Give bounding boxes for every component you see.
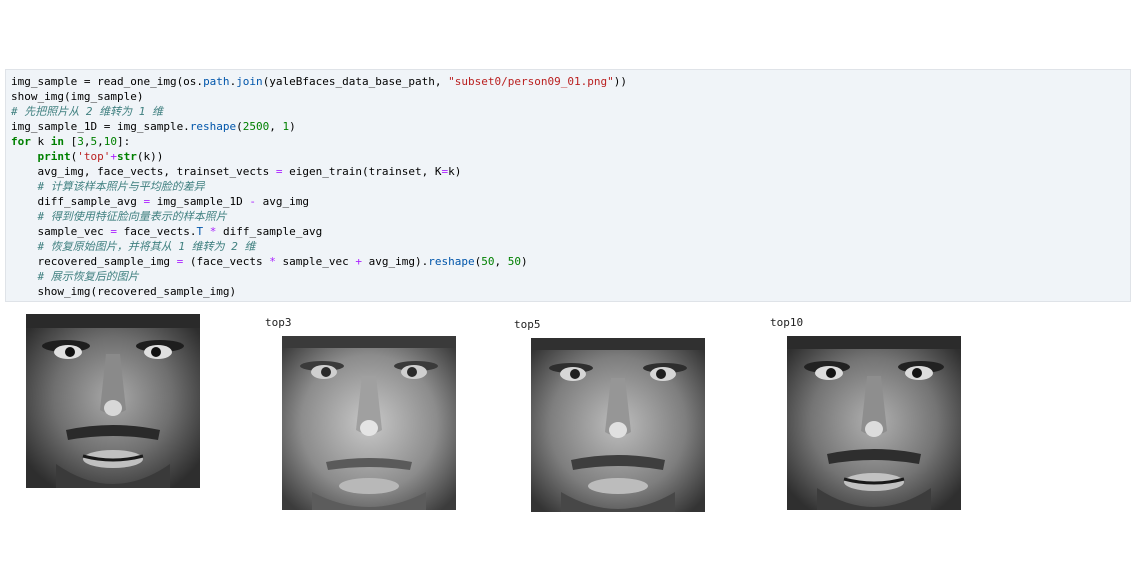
code-token: face_vects. — [116, 225, 197, 238]
face-image-top5 — [531, 338, 705, 512]
face-image-original — [26, 314, 200, 488]
code-token: img_sample = read_one_img(os. — [11, 75, 204, 88]
code-line: # 恢复原始图片，并将其从 1 维转为 2 维 — [11, 239, 627, 254]
output-label-top3: top3 — [265, 316, 292, 329]
code-token: ) — [521, 255, 528, 268]
code-token: avg_img). — [362, 255, 429, 268]
code-token: + — [110, 150, 117, 163]
code-token: eigen_train(trainset, K — [282, 165, 442, 178]
code-token: diff_sample_avg — [11, 195, 144, 208]
code-line: diff_sample_avg = img_sample_1D - avg_im… — [11, 194, 627, 209]
code-token: 3 — [77, 135, 84, 148]
code-token: recovered_sample_img — [11, 255, 177, 268]
output-image-original — [26, 314, 200, 488]
code-token: [ — [64, 135, 78, 148]
code-line: for k in [3,5,10]: — [11, 134, 627, 149]
code-token: diff_sample_avg — [216, 225, 323, 238]
code-line: recovered_sample_img = (face_vects * sam… — [11, 254, 627, 269]
code-editor[interactable]: img_sample = read_one_img(os.path.join(y… — [11, 74, 627, 299]
code-token: k) — [448, 165, 462, 178]
code-line: img_sample_1D = img_sample.reshape(2500,… — [11, 119, 627, 134]
code-token: "subset0/person09_01.png" — [448, 75, 614, 88]
code-token: 10 — [103, 135, 117, 148]
code-line: show_img(recovered_sample_img) — [11, 284, 627, 299]
code-token: ( — [236, 120, 243, 133]
code-token: str — [117, 150, 137, 163]
code-cell[interactable]: img_sample = read_one_img(os.path.join(y… — [5, 69, 1131, 302]
code-line: show_img(img_sample) — [11, 89, 627, 104]
face-image-top3 — [282, 336, 456, 510]
code-token: print — [37, 150, 71, 163]
code-token: # 得到使用特征脸向量表示的样本照片 — [37, 210, 227, 223]
code-token: reshape — [428, 255, 475, 268]
code-token: 'top' — [77, 150, 111, 163]
code-token: reshape — [189, 120, 237, 133]
code-token: 50 — [481, 255, 495, 268]
code-line: # 展示恢复后的图片 — [11, 269, 627, 284]
code-token: 2500 — [242, 120, 270, 133]
code-token: sample_vec — [11, 225, 111, 238]
output-image-top3 — [282, 336, 456, 510]
code-line: # 得到使用特征脸向量表示的样本照片 — [11, 209, 627, 224]
code-token: img_sample_1D — [150, 195, 250, 208]
code-line: # 计算该样本照片与平均脸的差异 — [11, 179, 627, 194]
code-token: show_img(img_sample) — [11, 90, 144, 103]
face-image-top10 — [787, 336, 961, 510]
code-token: ]: — [117, 135, 131, 148]
code-token: ) — [289, 120, 296, 133]
code-token: (yaleBfaces_data_base_path, — [262, 75, 449, 88]
code-line: sample_vec = face_vects.T * diff_sample_… — [11, 224, 627, 239]
code-token: = — [110, 225, 117, 238]
code-token: # 展示恢复后的图片 — [37, 270, 139, 283]
code-token: , — [83, 135, 91, 148]
code-line: avg_img, face_vects, trainset_vects = ei… — [11, 164, 627, 179]
code-token: sample_vec — [275, 255, 356, 268]
code-token: (k)) — [136, 150, 164, 163]
code-token: path — [203, 75, 230, 88]
code-token: in — [50, 135, 64, 148]
code-token: , — [97, 135, 104, 148]
output-label-top10: top10 — [770, 316, 804, 329]
code-token: for — [11, 135, 31, 148]
code-token: k — [30, 135, 51, 148]
code-token: (face_vects — [183, 255, 270, 268]
output-label-top5: top5 — [514, 318, 541, 331]
code-token: )) — [613, 75, 627, 88]
code-token: * — [269, 255, 276, 268]
code-token: # 恢复原始图片，并将其从 1 维转为 2 维 — [37, 240, 256, 253]
code-token: = — [275, 165, 283, 178]
code-token: show_img(recovered_sample_img) — [11, 285, 237, 298]
code-line: # 先把照片从 2 维转为 1 维 — [11, 104, 627, 119]
code-token: img_sample_1D = img_sample. — [11, 120, 190, 133]
code-token: , — [269, 120, 283, 133]
code-line: print('top'+str(k)) — [11, 149, 627, 164]
code-token: , — [494, 255, 508, 268]
output-image-top5 — [531, 338, 705, 512]
code-token: # 计算该样本照片与平均脸的差异 — [37, 180, 205, 193]
code-token: 50 — [507, 255, 521, 268]
code-token: avg_img, face_vects, trainset_vects — [11, 165, 276, 178]
code-token: avg_img — [256, 195, 310, 208]
output-image-top10 — [787, 336, 961, 510]
code-token: join — [236, 75, 263, 88]
code-line: img_sample = read_one_img(os.path.join(y… — [11, 74, 627, 89]
code-token: # 先把照片从 2 维转为 1 维 — [11, 105, 163, 118]
